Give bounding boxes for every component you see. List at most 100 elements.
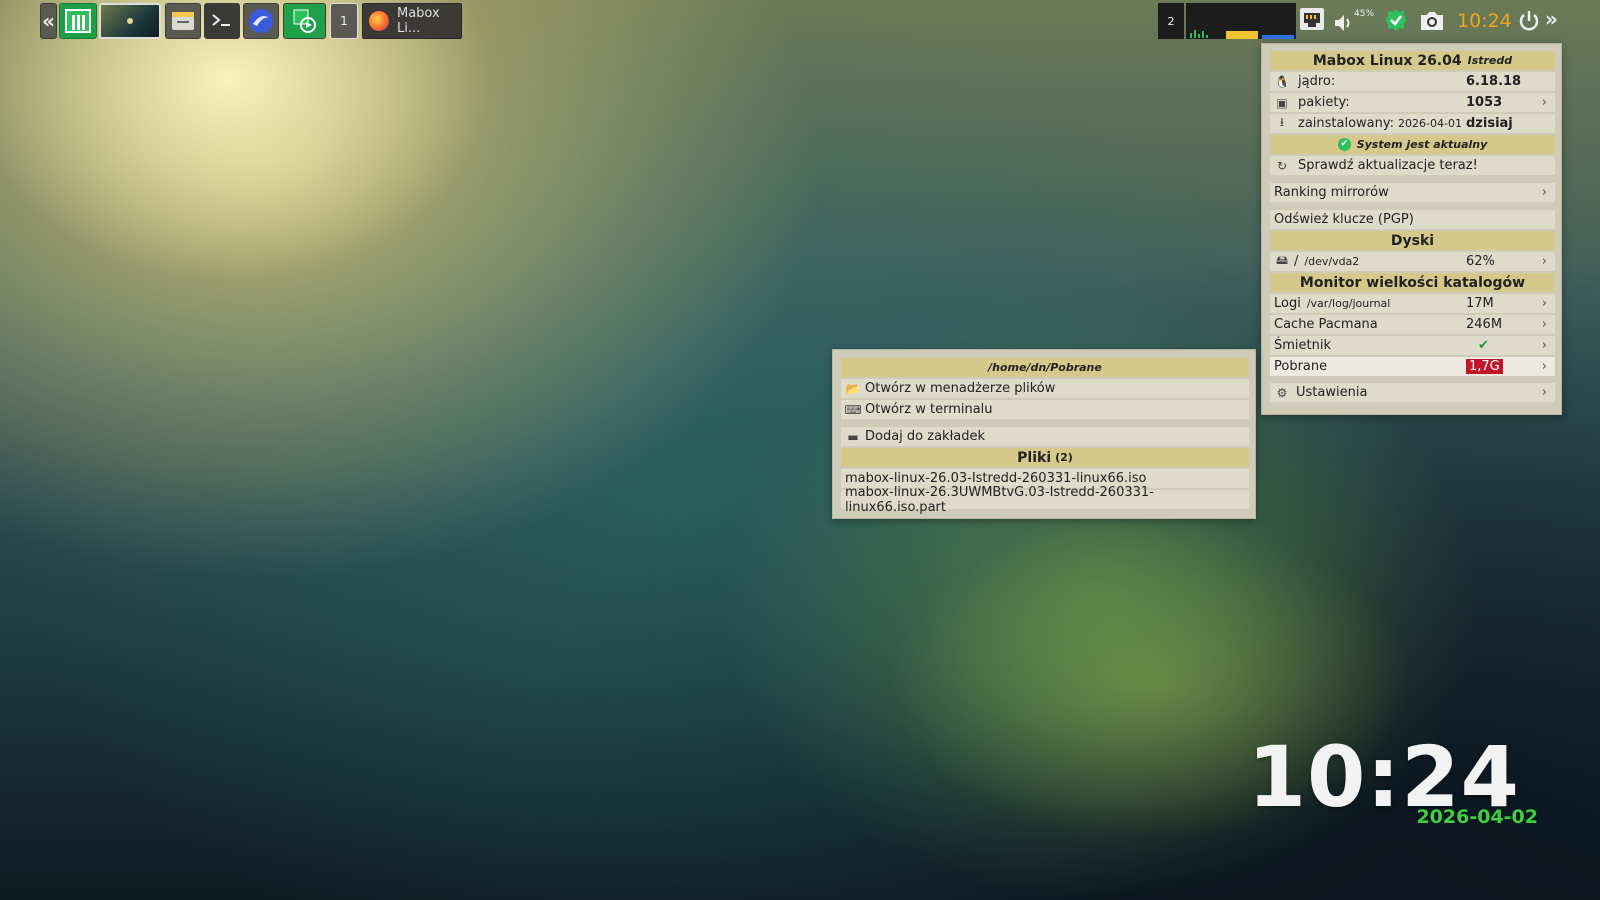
kernel-row[interactable]: 🐧 jądro: 6.18.18 <box>1270 72 1555 91</box>
power-icon <box>1519 11 1539 31</box>
dir-label: Logi <box>1274 296 1301 311</box>
volume-tray[interactable]: 45% <box>1333 6 1379 36</box>
settings-app-icon <box>293 9 316 33</box>
terminal-icon <box>212 14 230 26</box>
disks-header-label: Dyski <box>1390 232 1435 249</box>
installed-label: zainstalowany: <box>1298 116 1395 131</box>
chevron-right-icon: › <box>1541 338 1547 353</box>
panel-clock-time: 10:24 <box>1457 10 1512 32</box>
refresh-keys-label: Odśwież klucze (PGP) <box>1274 212 1414 227</box>
system-monitor-graph[interactable] <box>1186 3 1296 39</box>
dir-label: Pobrane <box>1274 359 1328 374</box>
settings-label: Ustawienia <box>1296 385 1368 400</box>
power-button[interactable] <box>1517 9 1541 33</box>
expand-panel-button[interactable]: » <box>1545 7 1558 31</box>
installed-value: dzisiaj <box>1466 116 1513 131</box>
chevron-right-icon: › <box>1541 296 1547 311</box>
dir-row-pacman-cache[interactable]: Cache Pacmana 246M › <box>1270 315 1555 334</box>
task-title: Mabox Li... <box>397 6 440 36</box>
network-tray[interactable] <box>1299 6 1325 34</box>
mabox-menu-button[interactable] <box>59 3 97 39</box>
file-manager-launcher[interactable] <box>165 3 201 39</box>
installed-row[interactable]: ⭳ zainstalowany: 2026-04-01 dzisiaj <box>1270 114 1555 133</box>
dir-label: Cache Pacmana <box>1274 317 1378 332</box>
update-ok-icon <box>1385 9 1407 31</box>
taskbar-item-firefox[interactable]: Mabox Li... <box>362 3 462 39</box>
screenshot-tray[interactable] <box>1418 9 1446 35</box>
files-count: (2) <box>1055 451 1073 464</box>
installed-date: 2026-04-01 <box>1398 117 1462 130</box>
network-wired-icon <box>1300 8 1324 30</box>
file-name: mabox-linux-26.3UWMBtvG.03-Istredd-26033… <box>845 484 1154 515</box>
settings-app-launcher[interactable] <box>283 3 326 39</box>
tray-workspace-count[interactable]: 2 <box>1158 3 1184 39</box>
collapse-left-icon: « <box>42 9 55 33</box>
settings-item[interactable]: ⚙ Ustawienia › <box>1270 383 1555 402</box>
firefox-icon <box>369 11 389 31</box>
status-row: ✔ System jest aktualny <box>1270 135 1555 154</box>
camera-icon <box>1421 12 1443 30</box>
disks-header: Dyski <box>1270 231 1555 250</box>
dir-row-trash[interactable]: Śmietnik ✔ › <box>1270 336 1555 355</box>
open-terminal-item[interactable]: ⌨ Otwórz w terminalu <box>841 400 1249 419</box>
packages-row[interactable]: ▣ pakiety: 1053 › <box>1270 93 1555 112</box>
files-header-label: Pliki <box>1017 449 1052 466</box>
check-updates-item[interactable]: ↻ Sprawdź aktualizacje teraz! <box>1270 156 1555 175</box>
disk-icon: 🖴 <box>1275 253 1289 267</box>
volume-icon <box>1335 15 1350 31</box>
chevron-right-icon: › <box>1541 317 1547 332</box>
collapse-panel-button[interactable]: « <box>40 3 57 39</box>
dirmon-header-label: Monitor wielkości katalogów <box>1299 274 1526 291</box>
expand-right-icon: » <box>1545 7 1558 31</box>
file-item[interactable]: mabox-linux-26.3UWMBtvG.03-Istredd-26033… <box>841 485 1249 515</box>
chevron-right-icon: › <box>1541 385 1547 400</box>
chevron-right-icon: › <box>1541 95 1547 110</box>
desktop-clock-date: 2026-04-02 <box>1416 806 1538 828</box>
packages-label: pakiety: <box>1298 95 1350 110</box>
mirror-ranking-label: Ranking mirrorów <box>1274 185 1389 200</box>
status-text: System jest aktualny <box>1356 138 1488 151</box>
panel-clock[interactable]: 10:24 <box>1457 10 1512 32</box>
dir-row-logs[interactable]: Logi /var/log/journal 17M › <box>1270 294 1555 313</box>
dir-row-downloads[interactable]: Pobrane 1,7G › <box>1270 357 1555 376</box>
dir-size-alert: 1,7G <box>1466 359 1503 374</box>
disk-usage: 62% <box>1466 254 1495 269</box>
disk-row[interactable]: 🖴 / /dev/vda2 62% › <box>1270 252 1555 271</box>
kernel-value: 6.18.18 <box>1466 74 1522 89</box>
refresh-keys-item[interactable]: Odśwież klucze (PGP) <box>1270 210 1555 229</box>
dir-size: 246M <box>1466 317 1503 332</box>
add-bookmark-label: Dodaj do zakładek <box>865 429 986 444</box>
terminal-launcher[interactable] <box>204 3 240 39</box>
add-bookmark-item[interactable]: ▬ Dodaj do zakładek <box>841 427 1249 446</box>
browser-icon <box>249 9 273 33</box>
trash-empty-check-icon: ✔ <box>1478 338 1489 353</box>
status-ok-icon: ✔ <box>1337 138 1351 151</box>
mirror-ranking-item[interactable]: Ranking mirrorów › <box>1270 183 1555 202</box>
update-status-tray[interactable] <box>1384 8 1410 34</box>
disk-device: /dev/vda2 <box>1304 255 1360 268</box>
desktop-thumbnail-button[interactable] <box>99 3 161 39</box>
distro-codename: Istredd <box>1467 54 1513 67</box>
browser-launcher[interactable] <box>243 3 279 39</box>
cpu-ram-graph-icon <box>1190 30 1294 39</box>
check-updates-label: Sprawdź aktualizacje teraz! <box>1298 158 1478 173</box>
volume-percent: 45% <box>1354 9 1375 19</box>
submenu-path-header: /home/dn/Pobrane <box>841 358 1249 377</box>
refresh-icon: ↻ <box>1276 158 1288 173</box>
distro-title: Mabox Linux 26.04 <box>1312 52 1462 69</box>
chevron-right-icon: › <box>1541 359 1547 374</box>
tux-icon: 🐧 <box>1274 74 1290 89</box>
package-icon: ▣ <box>1276 95 1288 110</box>
download-icon: ⭳ <box>1279 115 1285 129</box>
downloads-submenu: /home/dn/Pobrane 📂 Otwórz w menadżerze p… <box>832 349 1256 519</box>
submenu-path: /home/dn/Pobrane <box>988 361 1102 374</box>
files-header: Pliki (2) <box>841 448 1249 467</box>
folder-open-icon: 📂 <box>845 381 861 396</box>
file-manager-icon <box>172 12 194 30</box>
gears-icon: ⚙ <box>1276 385 1288 400</box>
workspace-button[interactable]: 1 <box>330 3 358 39</box>
open-file-manager-item[interactable]: 📂 Otwórz w menadżerze plików <box>841 379 1249 398</box>
mabox-logo-icon <box>65 9 91 33</box>
dir-path: /var/log/journal <box>1306 297 1391 310</box>
bookmark-folder-icon: ▬ <box>847 429 859 444</box>
